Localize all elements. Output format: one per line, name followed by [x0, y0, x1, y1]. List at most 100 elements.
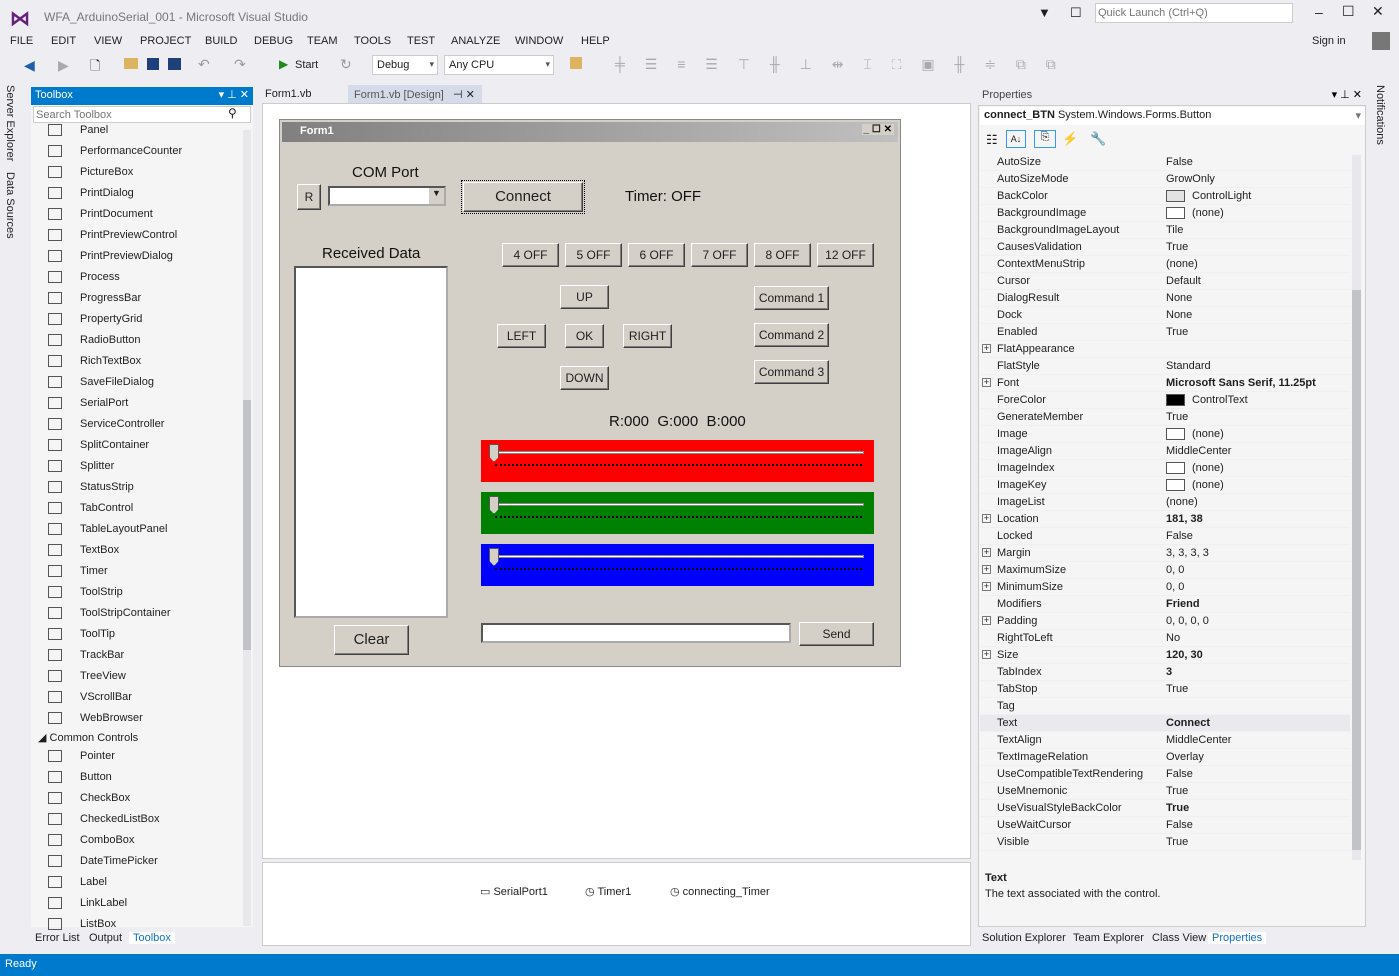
- toolbox-item[interactable]: StatusStrip: [48, 477, 238, 498]
- menu-test[interactable]: TEST: [407, 35, 435, 47]
- menu-project[interactable]: PROJECT: [140, 35, 191, 47]
- toolbox-item[interactable]: RichTextBox: [48, 351, 238, 372]
- property-pages-icon[interactable]: 🔧: [1090, 131, 1106, 147]
- pin-12-button[interactable]: 12 OFF: [817, 243, 874, 267]
- back-icon[interactable]: ◀: [24, 57, 35, 74]
- sign-in-link[interactable]: Sign in: [1312, 35, 1346, 47]
- property-row-autosize[interactable]: AutoSize False: [980, 154, 1350, 171]
- property-value[interactable]: 0, 0: [1166, 562, 1184, 579]
- property-row-maximumsize[interactable]: + MaximumSize 0, 0: [980, 562, 1350, 579]
- redo-icon[interactable]: ↷: [234, 56, 246, 73]
- property-value[interactable]: None: [1166, 307, 1192, 324]
- toolbox-item[interactable]: ProgressBar: [48, 288, 238, 309]
- property-row-cursor[interactable]: Cursor Default: [980, 273, 1350, 290]
- property-value[interactable]: False: [1166, 528, 1193, 545]
- quick-launch-input[interactable]: [1095, 3, 1293, 23]
- property-value[interactable]: ControlText: [1166, 392, 1248, 409]
- property-row-minimumsize[interactable]: + MinimumSize 0, 0: [980, 579, 1350, 596]
- categorized-icon[interactable]: ☷: [986, 132, 998, 148]
- property-row-imagealign[interactable]: ImageAlign MiddleCenter: [980, 443, 1350, 460]
- toolbox-item[interactable]: ServiceController: [48, 414, 238, 435]
- maximize-button[interactable]: ☐: [1342, 3, 1355, 20]
- save-icon[interactable]: [147, 58, 159, 70]
- property-row-usevisualstylebackcolor[interactable]: UseVisualStyleBackColor True: [980, 800, 1350, 817]
- doc-tab-form1-vb[interactable]: Form1.vb: [265, 88, 311, 100]
- received-data-textbox[interactable]: [294, 266, 448, 618]
- toolbox-item[interactable]: DateTimePicker: [48, 851, 238, 872]
- notifications-tab[interactable]: Notifications: [1374, 85, 1386, 145]
- property-value[interactable]: 0, 0: [1166, 579, 1184, 596]
- expand-icon[interactable]: +: [982, 344, 991, 353]
- property-row-locked[interactable]: Locked False: [980, 528, 1350, 545]
- property-value[interactable]: True: [1166, 800, 1189, 817]
- toolbox-item[interactable]: TabControl: [48, 498, 238, 519]
- property-row-tabindex[interactable]: TabIndex 3: [980, 664, 1350, 681]
- menu-team[interactable]: TEAM: [307, 35, 338, 47]
- expand-icon[interactable]: +: [982, 582, 991, 591]
- property-value[interactable]: (none): [1166, 460, 1224, 477]
- menu-tools[interactable]: TOOLS: [354, 35, 391, 47]
- property-row-imagelist[interactable]: ImageList (none): [980, 494, 1350, 511]
- property-value[interactable]: ControlLight: [1166, 188, 1251, 205]
- tab-error-list[interactable]: Error List: [35, 932, 80, 944]
- property-value[interactable]: 120, 30: [1166, 647, 1203, 664]
- clear-button[interactable]: Clear: [334, 625, 409, 655]
- new-project-icon[interactable]: 🗋: [90, 57, 100, 79]
- toolbox-item[interactable]: Panel: [48, 120, 238, 141]
- property-row-textalign[interactable]: TextAlign MiddleCenter: [980, 732, 1350, 749]
- toolbox-item[interactable]: Timer: [48, 561, 238, 582]
- property-row-usecompatibletextrendering[interactable]: UseCompatibleTextRendering False: [980, 766, 1350, 783]
- menu-edit[interactable]: EDIT: [51, 35, 76, 47]
- property-value[interactable]: MiddleCenter: [1166, 443, 1231, 460]
- property-value[interactable]: 3: [1166, 664, 1172, 681]
- property-value[interactable]: 181, 38: [1166, 511, 1203, 528]
- toolbox-item[interactable]: ToolStripContainer: [48, 603, 238, 624]
- close-button[interactable]: ✕: [1372, 3, 1384, 20]
- property-row-visible[interactable]: Visible True: [980, 834, 1350, 851]
- menu-debug[interactable]: DEBUG: [254, 35, 293, 47]
- tab-toolbox[interactable]: Toolbox: [129, 932, 175, 944]
- command-1-button[interactable]: Command 1: [754, 286, 829, 310]
- toolbox-item[interactable]: WebBrowser: [48, 708, 238, 729]
- undo-icon[interactable]: ↶: [198, 56, 210, 73]
- pin-icon[interactable]: ⊣ ✕: [453, 89, 475, 101]
- property-row-dialogresult[interactable]: DialogResult None: [980, 290, 1350, 307]
- property-value[interactable]: 0, 0, 0, 0: [1166, 613, 1209, 630]
- property-value[interactable]: (none): [1166, 205, 1224, 222]
- refresh-icon[interactable]: ↻: [340, 56, 352, 73]
- command-3-button[interactable]: Command 3: [754, 360, 829, 384]
- pin-5-button[interactable]: 5 OFF: [565, 243, 622, 267]
- property-value[interactable]: (none): [1166, 256, 1198, 273]
- property-value[interactable]: (none): [1166, 426, 1224, 443]
- platform-select[interactable]: Any CPU: [444, 55, 554, 75]
- right-button[interactable]: RIGHT: [623, 324, 672, 348]
- pin-6-button[interactable]: 6 OFF: [628, 243, 685, 267]
- save-all-icon[interactable]: [168, 58, 181, 70]
- toolbox-item[interactable]: Label: [48, 872, 238, 893]
- property-row-tabstop[interactable]: TabStop True: [980, 681, 1350, 698]
- toolbox-item[interactable]: SerialPort: [48, 393, 238, 414]
- start-icon[interactable]: ▶: [279, 57, 288, 71]
- properties-close-icon[interactable]: ▾ ⊥ ✕: [1332, 88, 1362, 101]
- property-value[interactable]: True: [1166, 409, 1188, 426]
- property-value[interactable]: False: [1166, 817, 1193, 834]
- property-value[interactable]: (none): [1166, 494, 1198, 511]
- expand-icon[interactable]: +: [982, 548, 991, 557]
- properties-scrollbar[interactable]: [1352, 155, 1361, 860]
- send-textbox[interactable]: [481, 623, 791, 643]
- expand-icon[interactable]: +: [982, 378, 991, 387]
- toolbox-item[interactable]: ToolTip: [48, 624, 238, 645]
- config-select[interactable]: Debug: [372, 55, 438, 75]
- property-value[interactable]: Overlay: [1166, 749, 1204, 766]
- toolbox-item[interactable]: Process: [48, 267, 238, 288]
- property-value[interactable]: No: [1166, 630, 1180, 647]
- pin-7-button[interactable]: 7 OFF: [691, 243, 748, 267]
- property-row-flatstyle[interactable]: FlatStyle Standard: [980, 358, 1350, 375]
- toolbox-item[interactable]: PrintDocument: [48, 204, 238, 225]
- expand-icon[interactable]: +: [982, 514, 991, 523]
- property-value[interactable]: MiddleCenter: [1166, 732, 1231, 749]
- tab-output[interactable]: Output: [89, 932, 122, 944]
- property-value[interactable]: False: [1166, 766, 1193, 783]
- forward-icon[interactable]: ▶: [58, 57, 69, 74]
- menu-window[interactable]: WINDOW: [515, 35, 563, 47]
